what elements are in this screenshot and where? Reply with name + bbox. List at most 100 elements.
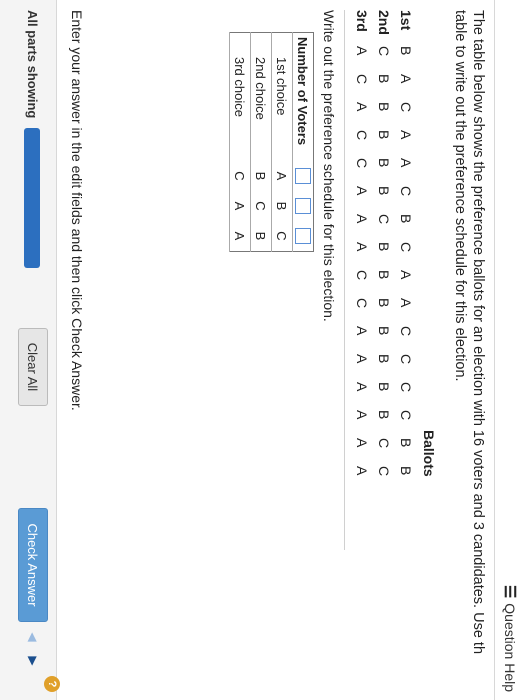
ballot-cell: B — [376, 158, 392, 168]
preference-schedule-table: Number of Voters 1st choice A B C 2nd ch… — [229, 32, 314, 252]
ballot-cell: A — [354, 382, 370, 392]
ballot-cell: A — [398, 158, 414, 168]
ballot-cell: B — [376, 410, 392, 420]
ballot-cell: A — [398, 74, 414, 84]
ballot-cell: C — [376, 214, 392, 225]
choice-row: 1st choice A B C — [271, 32, 293, 252]
ballot-cell: B — [398, 214, 414, 224]
ballot-cell: B — [376, 242, 392, 252]
question-prompt: The table below shows the preference bal… — [451, 10, 487, 700]
question-help-link[interactable]: ☰ Question Help — [501, 585, 519, 692]
ballot-cell: B — [376, 354, 392, 364]
choice-value: A — [229, 191, 251, 221]
ballot-row: 2nd C B B B B B C B B B B B B B C C — [373, 10, 395, 494]
choice-label: 1st choice — [271, 32, 293, 161]
ballot-cell: C — [376, 46, 392, 57]
check-answer-button[interactable]: Check Answer — [18, 508, 48, 622]
ballot-cell: B — [398, 466, 414, 476]
top-bar: ☰ Question Help — [494, 0, 525, 700]
divider — [344, 10, 345, 550]
ballot-cell: C — [354, 74, 370, 85]
voters-input-box[interactable] — [294, 228, 311, 244]
ballot-row: 3rd A C A C C A A A C C A A A A A A — [351, 10, 373, 494]
voters-input-box[interactable] — [294, 198, 311, 214]
ballot-cell: B — [398, 438, 414, 448]
schedule-instruction: Write out the preference schedule for th… — [321, 10, 337, 322]
ballot-cell: C — [398, 382, 414, 393]
choice-value: C — [229, 161, 251, 191]
choice-value: A — [229, 221, 251, 252]
ballots-table: 1st B A C A A C B C A A C C C C B B 2nd C B B B B B C B B B B B B B C C 3r… — [351, 10, 417, 494]
ballot-cell: A — [354, 242, 370, 252]
ballot-cell: C — [354, 270, 370, 281]
parts-showing-label: All parts showing — [25, 10, 40, 119]
rank-label: 1st — [398, 10, 414, 31]
ballot-cell: C — [354, 298, 370, 309]
list-icon: ☰ — [501, 584, 518, 599]
ballot-cell: C — [398, 242, 414, 253]
header-row: Number of Voters — [292, 32, 314, 252]
ballot-cell: B — [376, 74, 392, 84]
ballot-cell: A — [354, 46, 370, 56]
choice-label: 3rd choice — [229, 32, 251, 161]
ballot-cell: C — [398, 326, 414, 337]
choice-value: B — [250, 161, 272, 191]
ballot-cell: A — [354, 438, 370, 448]
voters-input-1[interactable] — [292, 161, 314, 191]
help-badge[interactable]: ? — [44, 676, 60, 692]
ballot-cell: A — [354, 354, 370, 364]
ballot-cell: B — [398, 46, 414, 56]
clear-all-button[interactable]: Clear All — [18, 328, 48, 406]
ballot-cell: B — [376, 326, 392, 336]
ballot-cell: A — [398, 130, 414, 140]
ballot-cell: C — [354, 130, 370, 141]
screen: ☰ Question Help The table below shows th… — [0, 0, 525, 700]
prompt-line-1: The table below shows the preference bal… — [470, 10, 486, 655]
enter-answer-instruction: Enter your answer in the edit fields and… — [69, 10, 85, 411]
ballot-cell: C — [398, 410, 414, 421]
ballot-cell: C — [398, 102, 414, 113]
choice-value: C — [271, 221, 293, 252]
choice-value: C — [250, 191, 272, 221]
ballot-cell: C — [354, 158, 370, 169]
ballot-cell: C — [376, 466, 392, 477]
ballot-cell: A — [354, 102, 370, 112]
bottom-bar: All parts showing Clear All Check Answer… — [0, 0, 60, 700]
ballot-cell: A — [354, 326, 370, 336]
ballot-cell: A — [354, 466, 370, 476]
rank-label: 2nd — [376, 10, 392, 35]
ballot-cell: C — [398, 186, 414, 197]
ballot-cell: C — [398, 354, 414, 365]
rank-label: 3rd — [354, 10, 370, 32]
ballot-cell: A — [354, 186, 370, 196]
previous-arrow-icon[interactable]: ◀ — [24, 628, 42, 646]
voters-input-3[interactable] — [292, 221, 314, 252]
choice-value: A — [271, 161, 293, 191]
number-of-voters-label: Number of Voters — [292, 32, 314, 161]
ballot-cell: A — [354, 410, 370, 420]
choice-label: 2nd choice — [250, 32, 272, 161]
ballot-cell: B — [376, 186, 392, 196]
question-help-label: Question Help — [502, 603, 518, 692]
ballot-row: 1st B A C A A C B C A A C C C C B B — [395, 10, 417, 494]
ballot-cell: A — [398, 298, 414, 308]
ballots-title: Ballots — [421, 430, 437, 477]
voters-input-2[interactable] — [292, 191, 314, 221]
choice-value: B — [271, 191, 293, 221]
progress-bar — [24, 128, 40, 268]
choice-value: B — [250, 221, 272, 252]
choice-row: 2nd choice B C B — [250, 32, 272, 252]
ballot-cell: B — [376, 270, 392, 280]
choice-row: 3rd choice C A A — [229, 32, 251, 252]
ballot-cell: B — [376, 298, 392, 308]
voters-input-box[interactable] — [294, 168, 311, 184]
ballot-cell: A — [398, 270, 414, 280]
ballot-cell: B — [376, 102, 392, 112]
ballot-cell: B — [376, 130, 392, 140]
prompt-line-2: table to write out the preference schedu… — [452, 10, 468, 382]
ballot-cell: A — [354, 214, 370, 224]
ballot-cell: B — [376, 382, 392, 392]
progress-fill — [24, 128, 40, 268]
ballot-cell: C — [376, 438, 392, 449]
next-arrow-icon[interactable]: ▶ — [24, 652, 42, 670]
